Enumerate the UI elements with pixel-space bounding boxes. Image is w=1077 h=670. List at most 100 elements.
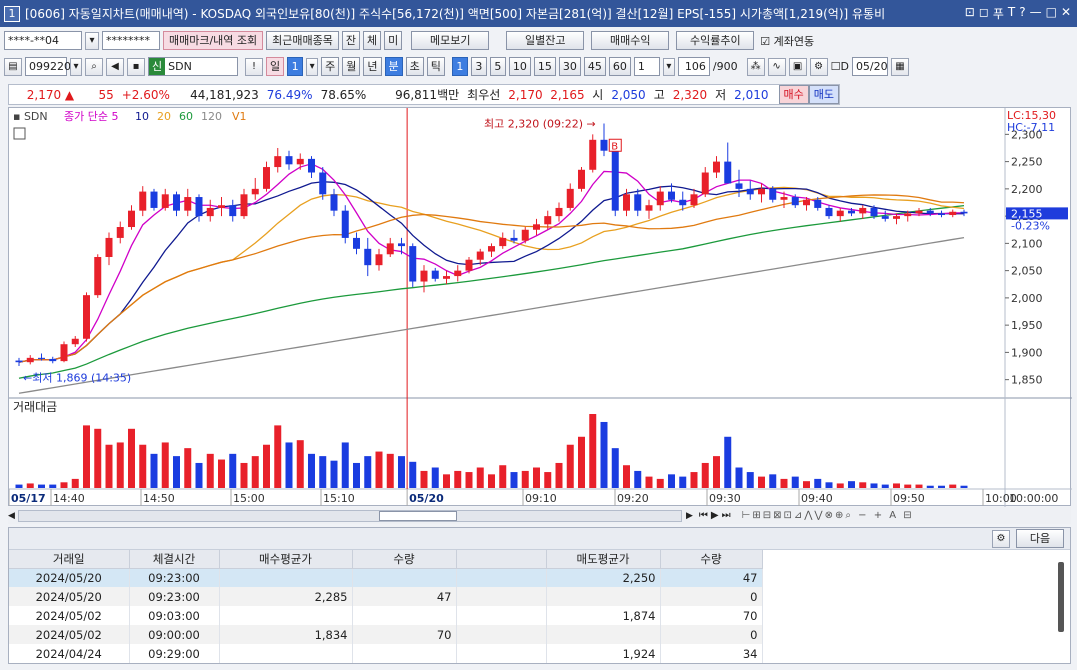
- maximize-icon[interactable]: □: [1046, 5, 1057, 22]
- table-row[interactable]: 2024/05/20 09:23:00 2,250 47: [9, 568, 763, 587]
- pin-icon[interactable]: ◻: [979, 5, 989, 22]
- stock-name-field[interactable]: 신 SDN: [148, 57, 238, 76]
- ma60-line: [18, 205, 965, 379]
- options-icon[interactable]: ▪: [127, 57, 145, 76]
- scroll-left-icon[interactable]: ◀: [8, 511, 18, 521]
- table-row[interactable]: 2024/05/20 09:23:00 2,285 47 0: [9, 587, 763, 606]
- chevron-down-icon[interactable]: ▾: [306, 57, 319, 76]
- scroll-right-icon[interactable]: ▶: [686, 511, 693, 521]
- sell-button[interactable]: 매도: [808, 85, 839, 104]
- minute-5[interactable]: 5: [489, 57, 506, 76]
- volume-bar: [353, 462, 360, 488]
- chart-scrollbar[interactable]: ◀ ▶ ⏮▶⏭ ⊢⊞⊟⊠⊡⊿⋀⋁⊗⊕⌕ − + A ⊟: [8, 507, 1071, 524]
- playback-icon[interactable]: ⏮▶⏭: [699, 510, 734, 521]
- volume-bar: [319, 456, 327, 488]
- volume-bar: [623, 465, 630, 488]
- table-row[interactable]: 2024/04/24 09:29:00 1,924 34: [9, 644, 763, 663]
- candle: [285, 156, 293, 165]
- speaker-icon[interactable]: ◀: [106, 57, 124, 76]
- balance-button[interactable]: 잔: [341, 31, 361, 50]
- volume-bar: [690, 472, 698, 488]
- next-button[interactable]: 다음: [1016, 529, 1064, 548]
- buy-button[interactable]: 매수: [778, 85, 809, 104]
- period-day-count[interactable]: 1: [287, 57, 304, 76]
- table-scrollbar[interactable]: [1058, 562, 1064, 632]
- gear-icon[interactable]: ⚙: [809, 57, 828, 76]
- period-tick[interactable]: 틱: [426, 57, 445, 76]
- volume-bar: [848, 481, 855, 488]
- chevron-down-icon[interactable]: ▾: [85, 31, 99, 50]
- minute-1[interactable]: 1: [451, 57, 468, 76]
- calendar-icon[interactable]: ▦: [890, 57, 909, 76]
- memo-button[interactable]: 메모보기: [411, 31, 490, 50]
- trade-amount: 96,811백만: [395, 88, 460, 102]
- unit-input[interactable]: 1: [633, 57, 660, 76]
- candlestick-chart[interactable]: 2,3002,2502,2002,1502,1002,0502,0001,950…: [8, 107, 1072, 507]
- volume-bar: [949, 484, 957, 488]
- chart-type-icon[interactable]: ▤: [4, 57, 22, 76]
- help-icon[interactable]: ?: [1019, 5, 1025, 22]
- candle: [746, 188, 754, 195]
- time-tick-label: 15:00: [233, 492, 265, 505]
- account-input[interactable]: ****-**04: [4, 31, 82, 50]
- volume-bar: [701, 462, 709, 488]
- scroll-track[interactable]: [18, 509, 682, 522]
- restore-icon[interactable]: ⊡: [965, 5, 975, 22]
- alert-icon[interactable]: !: [245, 57, 263, 76]
- fix-icon[interactable]: 푸: [993, 5, 1004, 22]
- volume-bar: [668, 474, 675, 488]
- period-year[interactable]: 년: [363, 57, 382, 76]
- minimize-icon[interactable]: —: [1030, 5, 1042, 22]
- grid-toggle-icon: [13, 127, 26, 140]
- chart-tools-icon[interactable]: ⊢⊞⊟⊠⊡⊿⋀⋁⊗⊕⌕ − + A ⊟: [742, 510, 914, 521]
- minute-30[interactable]: 30: [558, 57, 581, 76]
- candle: [71, 338, 79, 345]
- search-icon[interactable]: ⌕: [85, 57, 103, 76]
- minute-3[interactable]: 3: [470, 57, 487, 76]
- date-input[interactable]: 05/20: [851, 57, 888, 76]
- chevron-down-icon[interactable]: ▾: [70, 57, 82, 76]
- table-row[interactable]: 2024/05/02 09:03:00 1,874 70: [9, 606, 763, 625]
- candle: [218, 205, 225, 208]
- draw-icon[interactable]: ∿: [767, 57, 786, 76]
- recent-trade-button[interactable]: 최근매매종목: [266, 31, 339, 50]
- scroll-thumb[interactable]: [379, 510, 457, 521]
- hc-label: HC:-7,11: [1007, 121, 1055, 134]
- candle: [375, 254, 383, 266]
- candle: [139, 191, 147, 211]
- date-checkbox[interactable]: ☐D: [831, 60, 849, 73]
- price-tick-label: 2,100: [1011, 237, 1043, 250]
- volume-bar: [724, 436, 732, 488]
- close-icon[interactable]: ✕: [1061, 5, 1071, 22]
- minute-45[interactable]: 45: [583, 57, 606, 76]
- chart-canvas[interactable]: 2,3002,2502,2002,1502,1002,0502,0001,950…: [9, 108, 1072, 507]
- minute-15[interactable]: 15: [533, 57, 556, 76]
- candle: [116, 227, 124, 238]
- period-second[interactable]: 초: [405, 57, 424, 76]
- period-minute[interactable]: 분: [384, 57, 403, 76]
- candle: [724, 161, 732, 184]
- trade-profit-button[interactable]: 매매수익: [591, 31, 670, 50]
- legend-ma-60: 60: [179, 110, 193, 123]
- count-input[interactable]: 106: [677, 57, 710, 76]
- return-trend-button[interactable]: 수익률추이: [676, 31, 755, 50]
- daily-balance-button[interactable]: 일별잔고: [506, 31, 585, 50]
- minute-10[interactable]: 10: [508, 57, 531, 76]
- volume-bar: [431, 467, 439, 488]
- indicator-icon[interactable]: ⁂: [746, 57, 765, 76]
- stock-code-input[interactable]: 099220: [25, 57, 71, 76]
- minute-60[interactable]: 60: [608, 57, 631, 76]
- executed-button[interactable]: 체: [363, 31, 382, 50]
- unexecuted-button[interactable]: 미: [384, 31, 403, 50]
- account-link-checkbox[interactable]: ☑ 계좌연동: [760, 33, 814, 49]
- save-icon[interactable]: ▣: [788, 57, 807, 76]
- period-month[interactable]: 월: [342, 57, 361, 76]
- font-icon[interactable]: T: [1008, 5, 1015, 22]
- password-input[interactable]: ********: [102, 31, 160, 50]
- period-week[interactable]: 주: [321, 57, 340, 76]
- period-day[interactable]: 일: [266, 57, 285, 76]
- trade-mark-query-button[interactable]: 매매마크/내역 조회: [163, 31, 264, 50]
- gear-icon[interactable]: ⚙: [992, 529, 1010, 548]
- chevron-down-icon[interactable]: ▾: [662, 57, 675, 76]
- table-row[interactable]: 2024/05/02 09:00:00 1,834 70 0: [9, 625, 763, 644]
